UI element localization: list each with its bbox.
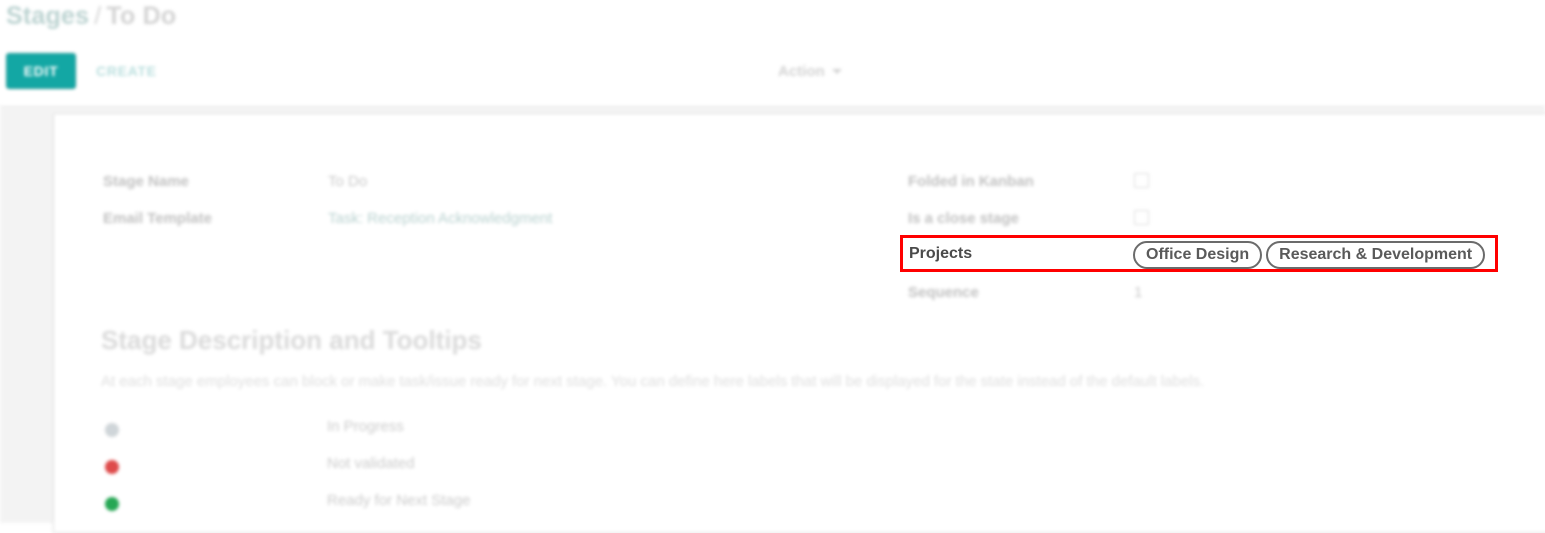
grey-status-dot	[105, 423, 119, 437]
field-label-is-a-close-stage: Is a close stage	[908, 210, 1019, 227]
field-label-projects: Projects	[909, 245, 973, 262]
field-value-sequence[interactable]: 1	[1134, 284, 1142, 301]
field-label-folded-in-kanban: Folded in Kanban	[908, 173, 1034, 190]
red-status-dot	[105, 460, 119, 474]
legend-label-not-validated[interactable]: Not validated	[327, 455, 415, 472]
field-row-email-template: Email Template	[103, 210, 212, 227]
field-row-is-a-close-stage: Is a close stage	[908, 210, 1019, 227]
field-label-sequence: Sequence	[908, 284, 979, 301]
field-label-email-template: Email Template	[103, 210, 212, 227]
projects-field-annotation-box: Projects Office Design Research & Develo…	[900, 235, 1498, 272]
field-row-folded-in-kanban: Folded in Kanban	[908, 173, 1034, 190]
breadcrumb: Stages / To Do	[6, 2, 176, 31]
field-row-stage-name: Stage Name	[103, 173, 189, 190]
field-label-stage-name: Stage Name	[103, 173, 189, 190]
breadcrumb-current: To Do	[106, 2, 177, 30]
legend-label-ready-for-next-stage[interactable]: Ready for Next Stage	[327, 492, 470, 509]
breadcrumb-separator: /	[94, 2, 102, 30]
green-status-dot	[105, 497, 119, 511]
action-dropdown-label: Action	[778, 62, 825, 80]
field-value-stage-name[interactable]: To Do	[328, 173, 367, 190]
form-sheet: Stage Name To Do Email Template Task: Re…	[53, 113, 1545, 533]
action-dropdown[interactable]: Action	[778, 53, 842, 89]
project-tag-office-design[interactable]: Office Design	[1133, 241, 1263, 269]
checkbox-is-a-close-stage[interactable]	[1134, 210, 1149, 225]
section-description-text: At each stage employees can block or mak…	[101, 373, 1205, 390]
section-title-stage-description: Stage Description and Tooltips	[101, 325, 482, 355]
field-value-email-template[interactable]: Task: Reception Acknowledgment	[328, 210, 552, 227]
checkbox-folded-in-kanban[interactable]	[1134, 173, 1149, 188]
breadcrumb-root-link[interactable]: Stages	[6, 2, 89, 30]
chevron-down-icon	[831, 68, 842, 74]
projects-tag-list: Office Design Research & Development	[1133, 241, 1486, 269]
project-tag-research-development[interactable]: Research & Development	[1266, 241, 1486, 269]
edit-button[interactable]: EDIT	[6, 53, 76, 89]
control-panel: EDIT CREATE Action	[0, 50, 1545, 96]
create-button[interactable]: CREATE	[96, 53, 157, 89]
field-row-sequence: Sequence	[908, 284, 979, 301]
legend-label-in-progress[interactable]: In Progress	[327, 418, 404, 435]
